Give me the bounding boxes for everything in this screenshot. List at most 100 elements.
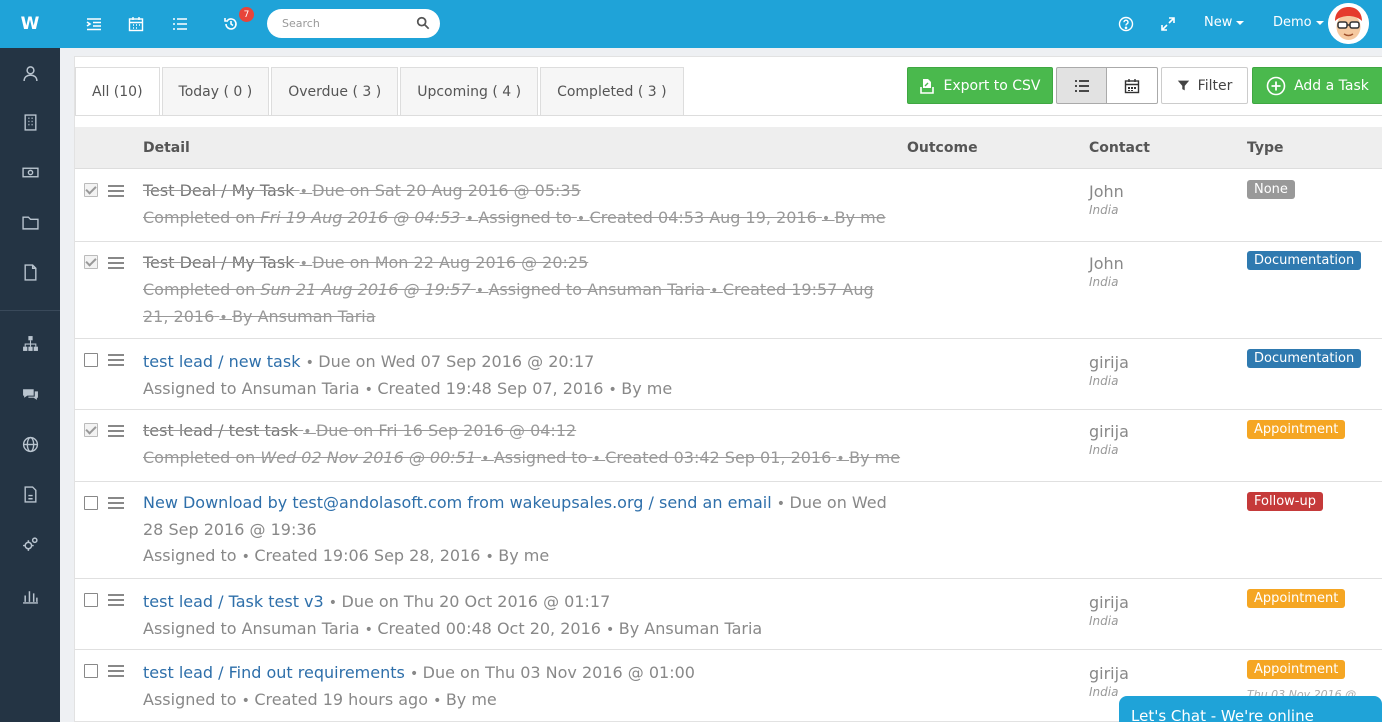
chevron-down-icon bbox=[1236, 20, 1245, 25]
drag-handle-icon[interactable] bbox=[108, 665, 124, 677]
export-csv-button[interactable]: Export to CSV bbox=[907, 67, 1053, 104]
task-checkbox[interactable] bbox=[84, 255, 98, 269]
header-contact[interactable]: Contact bbox=[1089, 140, 1150, 156]
contact-name[interactable]: girija bbox=[1089, 422, 1129, 441]
comments-icon[interactable] bbox=[0, 379, 60, 409]
folder-icon[interactable] bbox=[0, 207, 60, 237]
document-icon[interactable] bbox=[0, 479, 60, 509]
user-menu[interactable]: Demo bbox=[1273, 15, 1324, 30]
indent-list-icon[interactable] bbox=[82, 12, 106, 36]
table-row[interactable]: Test Deal / My Task • Due on Mon 22 Aug … bbox=[75, 242, 1382, 339]
header-detail[interactable]: Detail bbox=[143, 140, 190, 156]
drag-handle-icon[interactable] bbox=[108, 497, 124, 509]
bullet: • bbox=[303, 424, 316, 440]
search-box bbox=[267, 9, 440, 38]
type-badge: Appointment bbox=[1247, 420, 1346, 439]
task-title[interactable]: test lead / test task bbox=[143, 421, 298, 440]
search-input[interactable] bbox=[267, 9, 397, 38]
task-assigned: Assigned to Ansuman Taria bbox=[143, 379, 360, 398]
task-title[interactable]: New Download by test@andolasoft.com from… bbox=[143, 493, 772, 512]
top-bar: 7 New Demo bbox=[60, 0, 1382, 48]
task-detail: New Download by test@andolasoft.com from… bbox=[143, 490, 903, 570]
task-due: Due on Wed 07 Sep 2016 @ 20:17 bbox=[318, 352, 595, 371]
header-type[interactable]: Type bbox=[1247, 140, 1284, 156]
task-created: Created 19 hours ago bbox=[254, 690, 428, 709]
bullet: • bbox=[776, 496, 790, 512]
calendar-view-button[interactable] bbox=[1107, 67, 1158, 104]
drag-handle-icon[interactable] bbox=[108, 185, 124, 197]
drag-handle-icon[interactable] bbox=[108, 257, 124, 269]
tab-overdue[interactable]: Overdue ( 3 ) bbox=[271, 67, 399, 115]
type-badge: Appointment bbox=[1247, 660, 1346, 679]
bullet: • bbox=[608, 382, 622, 398]
task-checkbox[interactable] bbox=[84, 183, 98, 197]
live-chat-button[interactable]: Let's Chat - We're online bbox=[1119, 696, 1382, 722]
tab-today[interactable]: Today ( 0 ) bbox=[161, 67, 270, 115]
file-icon[interactable] bbox=[0, 257, 60, 287]
app-logo[interactable]: W bbox=[0, 0, 60, 48]
org-chart-icon[interactable] bbox=[0, 328, 60, 358]
type-badge: Follow-up bbox=[1247, 492, 1323, 511]
search-icon[interactable] bbox=[416, 16, 430, 30]
tasks-icon[interactable] bbox=[168, 12, 192, 36]
table-row[interactable]: test lead / test task • Due on Fri 16 Se… bbox=[75, 410, 1382, 482]
contact-name[interactable]: John bbox=[1089, 254, 1124, 273]
task-checkbox[interactable] bbox=[84, 423, 98, 437]
new-menu[interactable]: New bbox=[1204, 15, 1245, 30]
tab-all[interactable]: All (10) bbox=[75, 67, 160, 115]
bullet: • bbox=[299, 256, 313, 272]
bullet: • bbox=[465, 211, 479, 227]
header-outcome[interactable]: Outcome bbox=[907, 140, 978, 156]
list-view-button[interactable] bbox=[1056, 67, 1107, 104]
task-title[interactable]: Test Deal / My Task bbox=[143, 253, 294, 272]
contact-name[interactable]: girija bbox=[1089, 593, 1129, 612]
task-checkbox[interactable] bbox=[84, 593, 98, 607]
table-row[interactable]: test lead / new task • Due on Wed 07 Sep… bbox=[75, 339, 1382, 410]
table-row[interactable]: test lead / Task test v3 • Due on Thu 20… bbox=[75, 579, 1382, 650]
globe-icon[interactable] bbox=[0, 429, 60, 459]
task-assigned: Assigned to bbox=[493, 448, 588, 467]
contact-name[interactable]: girija bbox=[1089, 353, 1129, 372]
task-title[interactable]: test lead / Task test v3 bbox=[143, 592, 324, 611]
task-checkbox[interactable] bbox=[84, 353, 98, 367]
avatar[interactable] bbox=[1328, 3, 1369, 44]
table-row[interactable]: Test Deal / My Task • Due on Sat 20 Aug … bbox=[75, 170, 1382, 242]
contact-cell: John India bbox=[1089, 254, 1124, 289]
tab-upcoming[interactable]: Upcoming ( 4 ) bbox=[400, 67, 539, 115]
task-checkbox[interactable] bbox=[84, 664, 98, 678]
expand-icon[interactable] bbox=[1156, 12, 1180, 36]
user-icon[interactable] bbox=[0, 58, 60, 88]
contact-country: India bbox=[1089, 203, 1119, 217]
tab-completed[interactable]: Completed ( 3 ) bbox=[540, 67, 684, 115]
drag-handle-icon[interactable] bbox=[108, 425, 124, 437]
task-detail: test lead / Find out requirements • Due … bbox=[143, 660, 903, 714]
list-icon bbox=[1074, 79, 1089, 92]
bar-chart-icon[interactable] bbox=[0, 580, 60, 610]
building-icon[interactable] bbox=[0, 107, 60, 137]
task-by: By Ansuman Taria bbox=[618, 619, 763, 638]
money-icon[interactable] bbox=[0, 157, 60, 187]
calendar-icon[interactable] bbox=[124, 12, 148, 36]
help-icon[interactable] bbox=[1114, 12, 1138, 36]
gears-icon[interactable] bbox=[0, 529, 60, 559]
task-due: Due on Sat 20 Aug 2016 @ 05:35 bbox=[312, 181, 581, 200]
add-task-button[interactable]: Add a Task bbox=[1252, 67, 1382, 104]
bullet: • bbox=[409, 666, 423, 682]
task-title[interactable]: test lead / Find out requirements bbox=[143, 663, 405, 682]
drag-handle-icon[interactable] bbox=[108, 354, 124, 366]
sidebar: W bbox=[0, 0, 60, 722]
filter-button[interactable]: Filter bbox=[1161, 67, 1248, 104]
task-title[interactable]: test lead / new task bbox=[143, 352, 300, 371]
contact-name[interactable]: John bbox=[1089, 182, 1124, 201]
bullet: • bbox=[364, 382, 378, 398]
task-title[interactable]: Test Deal / My Task bbox=[143, 181, 294, 200]
bullet: • bbox=[576, 211, 590, 227]
table-row[interactable]: New Download by test@andolasoft.com from… bbox=[75, 482, 1382, 579]
contact-name[interactable]: girija bbox=[1089, 664, 1129, 683]
task-by: By me bbox=[621, 379, 673, 398]
type-badge: None bbox=[1247, 180, 1295, 199]
history-icon[interactable] bbox=[219, 12, 243, 36]
drag-handle-icon[interactable] bbox=[108, 594, 124, 606]
task-completed-label: Completed on bbox=[143, 208, 256, 227]
task-checkbox[interactable] bbox=[84, 496, 98, 510]
